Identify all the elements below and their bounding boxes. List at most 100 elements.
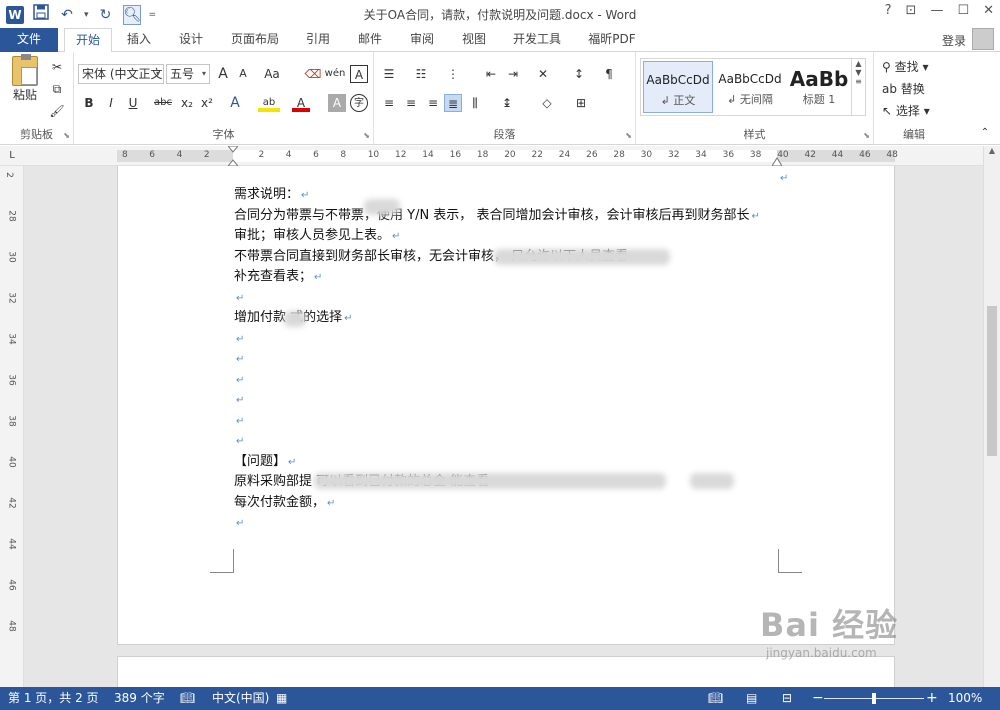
sort-icon[interactable]: ↕	[570, 65, 588, 83]
tab-review[interactable]: 审阅	[400, 28, 444, 52]
style-no-spacing[interactable]: AaBbCcDd ↲ 无间隔	[715, 61, 785, 113]
subscript-icon[interactable]: x₂	[178, 94, 196, 112]
style-normal[interactable]: AaBbCcDd ↲ 正文	[643, 61, 713, 113]
zoom-out-button[interactable]: −	[812, 687, 824, 710]
document-line[interactable]: ↵	[234, 288, 244, 308]
zoom-slider-thumb[interactable]	[872, 693, 876, 704]
tab-selector[interactable]: L	[0, 146, 24, 166]
find-button[interactable]: ⚲ 查找 ▾	[882, 58, 928, 76]
increase-indent-icon[interactable]: ⇥	[504, 65, 522, 83]
clipboard-launcher-icon[interactable]: ⬊	[63, 131, 70, 140]
multilevel-list-icon[interactable]: ⋮	[444, 65, 462, 83]
superscript-icon[interactable]: x²	[198, 94, 216, 112]
document-line[interactable]: ↵	[234, 390, 244, 410]
justify-icon[interactable]: ≣	[444, 94, 462, 112]
bullets-icon[interactable]: ☰	[380, 65, 398, 83]
tab-file[interactable]: 文件	[0, 28, 58, 52]
document-line[interactable]: 审批；审核人员参见上表。 ↵	[234, 226, 400, 246]
styles-launcher-icon[interactable]: ⬊	[863, 131, 870, 140]
horizontal-ruler[interactable]: L 8 6 4 2 2 4 6 8 10 12 14 16 18 20 22 24 26 28 30 32 34 36 38…	[0, 145, 1000, 167]
zoom-level[interactable]: 100%	[948, 687, 982, 710]
restore-button[interactable]: ☐	[957, 3, 969, 18]
char-border-icon[interactable]: A	[350, 65, 368, 83]
close-button[interactable]: ✕	[983, 3, 994, 18]
font-launcher-icon[interactable]: ⬊	[363, 131, 370, 140]
tab-developer[interactable]: 开发工具	[504, 28, 570, 52]
paste-button[interactable]: 粘贴	[8, 54, 42, 104]
grow-font-icon[interactable]: A	[214, 65, 232, 83]
align-center-icon[interactable]: ≡	[402, 94, 420, 112]
proofing-icon[interactable]: 📖︎	[180, 687, 195, 710]
document-line[interactable]: 每次付款金额， ↵	[234, 493, 335, 513]
zoom-in-button[interactable]: +	[926, 687, 938, 710]
strikethrough-icon[interactable]: abc	[152, 94, 174, 112]
font-size-combo[interactable]: 五号 ▾	[166, 64, 210, 84]
shading-icon[interactable]: ◇	[538, 94, 556, 112]
vertical-scrollbar[interactable]: ▲	[983, 146, 1000, 687]
collapse-ribbon-icon[interactable]: ⌃	[976, 124, 994, 142]
indent-marker-icon[interactable]	[226, 145, 240, 167]
tab-design[interactable]: 设计	[168, 28, 214, 52]
document-line[interactable]: ↵	[234, 370, 244, 390]
scroll-thumb[interactable]	[987, 306, 997, 456]
chinese-layout-icon[interactable]: ✕	[534, 65, 552, 83]
word-count[interactable]: 389 个字	[114, 687, 165, 710]
format-painter-icon[interactable]: 🖌︎	[48, 102, 66, 120]
sign-in-link[interactable]: 登录	[942, 32, 966, 49]
italic-icon[interactable]: I	[102, 94, 120, 112]
select-button[interactable]: ↖ 选择 ▾	[882, 102, 930, 120]
style-heading-1[interactable]: AaBb 标题 1	[787, 61, 851, 113]
document-line[interactable]: ↵	[234, 329, 244, 349]
bold-icon[interactable]: B	[80, 94, 98, 112]
tab-references[interactable]: 引用	[296, 28, 340, 52]
line-spacing-icon[interactable]: ↨	[498, 94, 516, 112]
scroll-up-icon[interactable]: ▲	[984, 146, 1000, 155]
read-mode-icon[interactable]: 📖︎	[708, 687, 723, 710]
underline-icon[interactable]: U	[124, 94, 142, 112]
clear-format-icon[interactable]: ⌫	[304, 65, 322, 83]
tab-mailings[interactable]: 邮件	[348, 28, 392, 52]
right-indent-marker-icon[interactable]	[771, 154, 783, 167]
page-count[interactable]: 第 1 页，共 2 页	[8, 687, 99, 710]
help-button[interactable]: ?	[885, 3, 892, 18]
language-indicator[interactable]: 中文(中国)	[212, 687, 269, 710]
highlight-icon[interactable]: ab	[258, 94, 280, 112]
document-page-2[interactable]	[117, 656, 895, 687]
cut-icon[interactable]: ✂	[48, 58, 66, 76]
document-line[interactable]: 【问题】 ↵	[234, 452, 296, 472]
font-name-combo[interactable]: 宋体 (中文正文 ▾	[78, 64, 164, 84]
tab-view[interactable]: 视图	[452, 28, 496, 52]
document-line[interactable]: 补充查看表； ↵	[234, 267, 322, 287]
document-line[interactable]: ↵	[234, 349, 244, 369]
tab-insert[interactable]: 插入	[116, 28, 162, 52]
phonetic-guide-icon[interactable]: wén	[324, 65, 346, 83]
styles-gallery-scroll[interactable]: ▲ ▼ ≡	[851, 59, 865, 115]
replace-button[interactable]: ab 替换	[882, 80, 925, 98]
tab-page-layout[interactable]: 页面布局	[222, 28, 288, 52]
minimize-button[interactable]: —	[930, 3, 943, 18]
copy-icon[interactable]: ⧉	[48, 80, 66, 98]
char-shading-icon[interactable]: A	[328, 94, 346, 112]
macro-record-icon[interactable]: ▦	[276, 687, 287, 710]
show-marks-icon[interactable]: ¶	[600, 65, 618, 83]
document-line[interactable]: 合同分为带票与不带票，使用 Y/N 表示， 表合同增加会计审核，会计审核后再到财…	[234, 206, 760, 226]
enclose-char-icon[interactable]: 字	[350, 94, 368, 112]
change-case-icon[interactable]: Aa	[260, 65, 284, 83]
document-line[interactable]: 需求说明： ↵	[234, 185, 309, 205]
document-line[interactable]: ↵	[234, 411, 244, 431]
paragraph-launcher-icon[interactable]: ⬊	[625, 131, 632, 140]
font-color-icon[interactable]: A	[292, 94, 310, 112]
print-layout-icon[interactable]: ▤	[746, 687, 757, 710]
shrink-font-icon[interactable]: A	[234, 65, 252, 83]
borders-icon[interactable]: ⊞	[572, 94, 590, 112]
user-avatar[interactable]	[972, 28, 994, 50]
align-left-icon[interactable]: ≡	[380, 94, 398, 112]
text-effects-icon[interactable]: A	[226, 94, 244, 112]
ribbon-display-options-button[interactable]: ⊡	[906, 3, 917, 18]
vertical-ruler[interactable]: 2 28 30 32 34 36 38 40 42 44 46 48	[0, 166, 24, 687]
align-right-icon[interactable]: ≡	[424, 94, 442, 112]
distributed-icon[interactable]: ⫼	[466, 94, 484, 112]
tab-home[interactable]: 开始	[64, 28, 112, 53]
document-line[interactable]: ↵	[234, 513, 244, 533]
numbering-icon[interactable]: ☷	[412, 65, 430, 83]
